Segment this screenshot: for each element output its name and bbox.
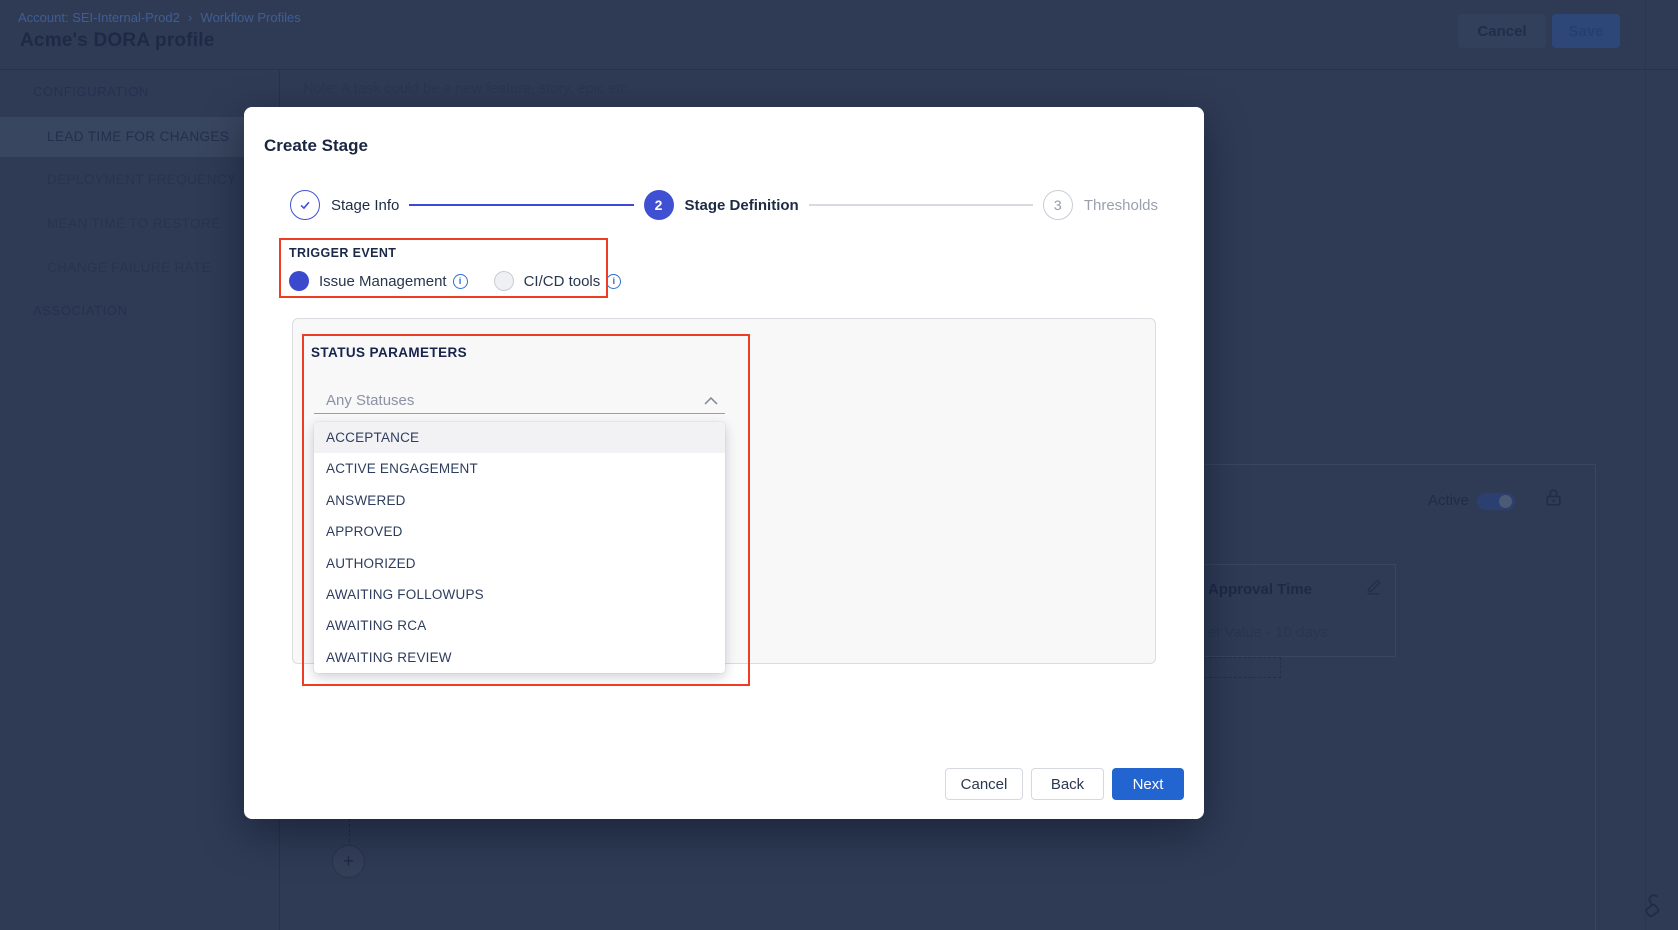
info-icon[interactable]: i: [606, 274, 621, 289]
step-upcoming-circle: 3: [1043, 190, 1073, 220]
unlock-icon[interactable]: [1635, 888, 1671, 924]
modal-cancel-button[interactable]: Cancel: [945, 768, 1023, 800]
top-bar: Account: SEI-Internal-Prod2 › Workflow P…: [0, 0, 1678, 70]
sidebar-item-mean-time-to-restore[interactable]: MEAN TIME TO RESTORE: [0, 204, 279, 244]
chevron-right-icon: ›: [188, 9, 193, 25]
add-stage-button[interactable]: +: [332, 845, 365, 878]
approval-card-value: et Value - 10 days: [1208, 624, 1328, 641]
sidebar: CONFIGURATION LEAD TIME FOR CHANGES DEPL…: [0, 70, 280, 930]
right-edge-divider: [1645, 0, 1646, 930]
sidebar-item-lead-time-for-changes[interactable]: LEAD TIME FOR CHANGES: [0, 117, 279, 157]
sidebar-item-change-failure-rate[interactable]: CHANGE FAILURE RATE: [0, 248, 279, 288]
annotation-rect-status-parameters: [302, 334, 750, 686]
stepper-connector-pending: [809, 204, 1033, 206]
annotation-rect-trigger-event: [279, 238, 608, 298]
sidebar-item-deployment-frequency[interactable]: DEPLOYMENT FREQUENCY: [0, 160, 279, 200]
step-label: Thresholds: [1084, 197, 1158, 214]
page-title: Acme's DORA profile: [20, 30, 215, 52]
toggle-knob: [1499, 495, 1512, 508]
active-label: Active: [1428, 492, 1469, 509]
modal-back-button[interactable]: Back: [1031, 768, 1104, 800]
header-cancel-button[interactable]: Cancel: [1458, 14, 1546, 48]
stage-connector-dashed-line: [349, 819, 350, 847]
check-icon: [298, 198, 312, 212]
active-toggle[interactable]: [1477, 493, 1515, 510]
step-thresholds[interactable]: 3 Thresholds: [1043, 190, 1158, 220]
breadcrumb: Account: SEI-Internal-Prod2 › Workflow P…: [18, 9, 301, 25]
step-label: Stage Info: [331, 197, 399, 214]
sidebar-item-association[interactable]: ASSOCIATION: [33, 303, 127, 318]
step-complete-circle: [290, 190, 320, 220]
stepper: Stage Info 2 Stage Definition 3 Threshol…: [290, 190, 1158, 220]
modal-next-button[interactable]: Next: [1112, 768, 1184, 800]
sidebar-section-configuration: CONFIGURATION: [33, 84, 149, 99]
step-label: Stage Definition: [685, 197, 799, 214]
plus-icon: +: [343, 851, 354, 872]
approval-card-title: Approval Time: [1208, 581, 1312, 598]
step-stage-info[interactable]: Stage Info: [290, 190, 399, 220]
step-stage-definition[interactable]: 2 Stage Definition: [644, 190, 799, 220]
note-text: Note: A task could be a new feature, sto…: [303, 81, 632, 97]
breadcrumb-account-link[interactable]: Account: SEI-Internal-Prod2: [18, 10, 180, 25]
breadcrumb-workflow-profiles-link[interactable]: Workflow Profiles: [201, 10, 301, 25]
modal-title: Create Stage: [264, 136, 368, 156]
header-save-button[interactable]: Save: [1552, 14, 1620, 48]
edit-pencil-icon[interactable]: [1364, 577, 1383, 596]
step-active-circle: 2: [644, 190, 674, 220]
stepper-connector-done: [409, 204, 633, 206]
lock-icon: [1545, 488, 1562, 507]
